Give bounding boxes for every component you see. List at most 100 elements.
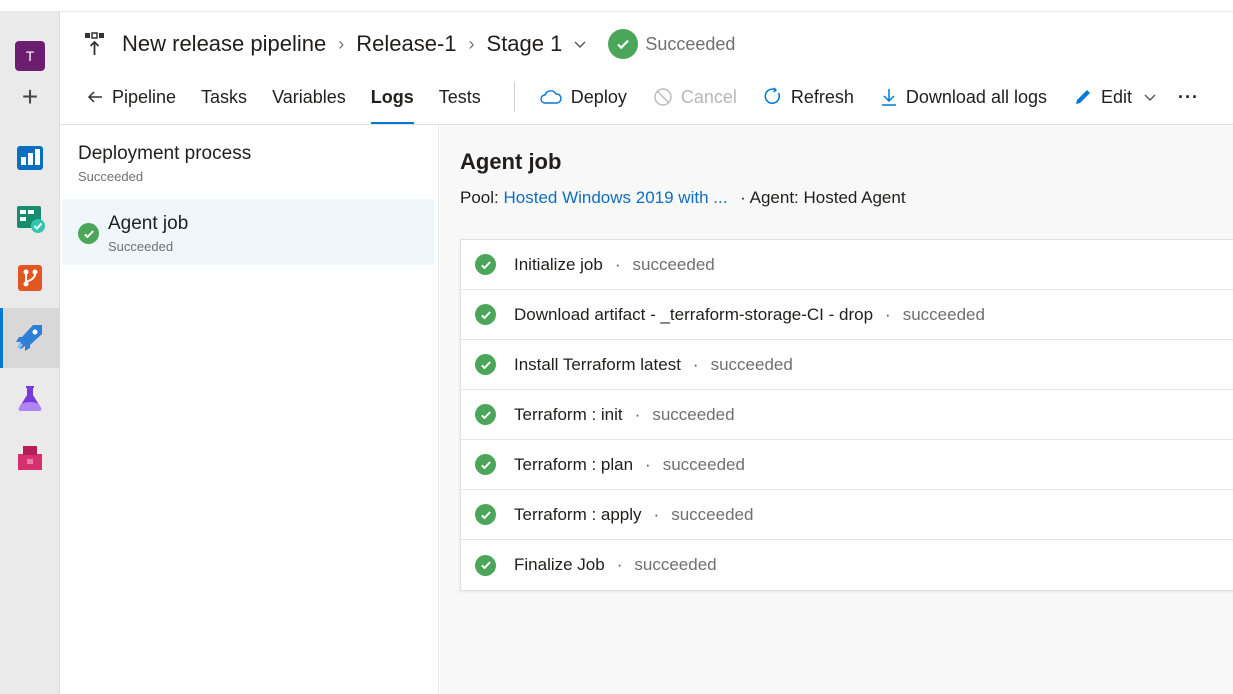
tab-variables[interactable]: Variables <box>272 80 346 114</box>
success-icon <box>475 554 496 576</box>
job-title: Agent job <box>460 149 562 174</box>
success-icon <box>608 29 639 59</box>
back-to-pipeline-button[interactable]: Pipeline <box>86 80 176 114</box>
agent-job-item[interactable]: Agent job Succeeded <box>62 199 434 265</box>
step-row[interactable]: Download artifact - _terraform-storage-C… <box>461 290 1233 340</box>
success-icon <box>78 223 99 244</box>
rail-boards[interactable] <box>0 188 60 248</box>
boards-icon <box>17 206 45 233</box>
toolbar: Pipeline Tasks Variables Logs Tests Depl… <box>86 80 1225 124</box>
agent-job-title: Agent job <box>108 213 189 234</box>
cloud-icon <box>540 90 562 104</box>
deployment-process-title: Deployment process <box>78 143 252 164</box>
overview-icon <box>17 146 43 170</box>
pool-link[interactable]: Hosted Windows 2019 with ... <box>503 188 727 207</box>
rail-artifacts[interactable] <box>0 428 60 488</box>
new-item-button[interactable]: + <box>0 67 60 127</box>
success-icon <box>475 404 496 425</box>
job-details: Agent job Pool: Hosted Windows 2019 with… <box>440 125 1233 694</box>
refresh-button[interactable]: Refresh <box>763 87 854 108</box>
page-header: New release pipeline › Release-1 › Stage… <box>60 12 1233 125</box>
toolbar-divider <box>513 82 515 112</box>
steps-list: Initialize job · succeeded Download artifa… <box>460 239 1233 591</box>
rail-test-plans[interactable] <box>0 368 60 428</box>
step-name: Install Terraform latest <box>514 354 681 374</box>
chevron-right-icon: › <box>468 33 475 54</box>
step-status: succeeded <box>632 254 715 274</box>
artifacts-icon <box>18 446 42 470</box>
step-row[interactable]: Terraform : apply · succeeded <box>461 490 1233 540</box>
download-logs-button[interactable]: Download all logs <box>880 87 1047 108</box>
pipelines-icon <box>16 325 42 351</box>
step-status: succeeded <box>652 404 735 424</box>
chevron-down-icon <box>1144 94 1156 101</box>
tab-logs[interactable]: Logs <box>370 80 414 124</box>
separator-dot: · <box>634 404 641 424</box>
pool-label: Pool: <box>460 188 499 207</box>
step-status: succeeded <box>662 454 745 474</box>
step-name: Initialize job <box>514 254 603 274</box>
step-name: Finalize Job <box>514 555 605 574</box>
download-icon <box>881 89 896 106</box>
step-row[interactable]: Install Terraform latest · succeeded <box>461 340 1233 390</box>
separator-dot: · <box>885 304 891 324</box>
step-name: Terraform : apply <box>514 504 642 524</box>
deployment-process-header[interactable]: Deployment process Succeeded <box>78 143 251 184</box>
deploy-label: Deploy <box>570 86 627 107</box>
separator-dot: · <box>653 504 660 524</box>
breadcrumb: New release pipeline › Release-1 › Stage… <box>82 28 735 60</box>
success-icon <box>475 504 496 525</box>
rail-overview[interactable] <box>0 128 60 188</box>
separator-dot: · <box>614 254 621 274</box>
top-bar <box>0 0 1233 12</box>
step-status: succeeded <box>710 354 793 374</box>
step-name: Terraform : plan <box>514 454 634 474</box>
agent-job-status: Succeeded <box>108 239 174 254</box>
step-row[interactable]: Initialize job · succeeded <box>461 240 1233 290</box>
separator-dot: · <box>692 354 699 374</box>
success-icon <box>475 304 496 325</box>
tab-tests[interactable]: Tests <box>439 80 481 114</box>
breadcrumb-stage[interactable]: Stage 1 <box>487 31 563 57</box>
success-icon <box>475 254 496 275</box>
test-plans-icon <box>18 386 42 412</box>
breadcrumb-release[interactable]: Release-1 <box>356 31 456 57</box>
deploy-button[interactable]: Deploy <box>539 87 627 108</box>
cancel-button[interactable]: Cancel <box>653 87 737 108</box>
separator-dot: · <box>616 555 623 574</box>
cancel-icon <box>654 88 672 106</box>
release-pipeline-icon <box>85 32 104 55</box>
chevron-right-icon: › <box>338 33 345 54</box>
more-options-button[interactable]: ··· <box>1178 87 1199 108</box>
step-name: Terraform : init <box>514 404 623 424</box>
step-row[interactable]: Finalize Job · succeeded <box>461 540 1233 590</box>
agent-text: · Agent: Hosted Agent <box>740 188 906 207</box>
download-label: Download all logs <box>905 86 1047 107</box>
success-icon <box>475 354 496 375</box>
refresh-label: Refresh <box>790 86 854 107</box>
step-row[interactable]: Terraform : init · succeeded <box>461 390 1233 440</box>
deployment-process-panel: Deployment process Succeeded Agent job S… <box>60 125 439 694</box>
step-row[interactable]: Terraform : plan · succeeded <box>461 440 1233 490</box>
repos-icon <box>18 265 42 291</box>
refresh-icon <box>764 87 780 104</box>
back-label: Pipeline <box>112 86 177 107</box>
plus-icon: + <box>21 81 39 112</box>
pencil-icon <box>1075 90 1090 104</box>
breadcrumb-pipeline[interactable]: New release pipeline <box>122 31 326 57</box>
edit-button[interactable]: Edit <box>1073 87 1158 108</box>
step-status: succeeded <box>902 304 985 324</box>
success-icon <box>475 454 496 475</box>
cancel-label: Cancel <box>680 86 737 107</box>
stage-status: Succeeded <box>645 33 736 54</box>
rail-pipelines[interactable] <box>0 308 60 368</box>
chevron-down-icon[interactable] <box>572 36 588 52</box>
step-name: Download artifact - _terraform-storage-C… <box>514 304 874 324</box>
nav-rail: T + <box>0 12 60 694</box>
separator-dot: · <box>645 454 651 474</box>
step-status: succeeded <box>671 504 754 524</box>
tab-tasks[interactable]: Tasks <box>201 80 247 114</box>
deployment-process-status: Succeeded <box>78 169 144 184</box>
step-status: succeeded <box>634 555 717 574</box>
rail-repos[interactable] <box>0 248 60 308</box>
